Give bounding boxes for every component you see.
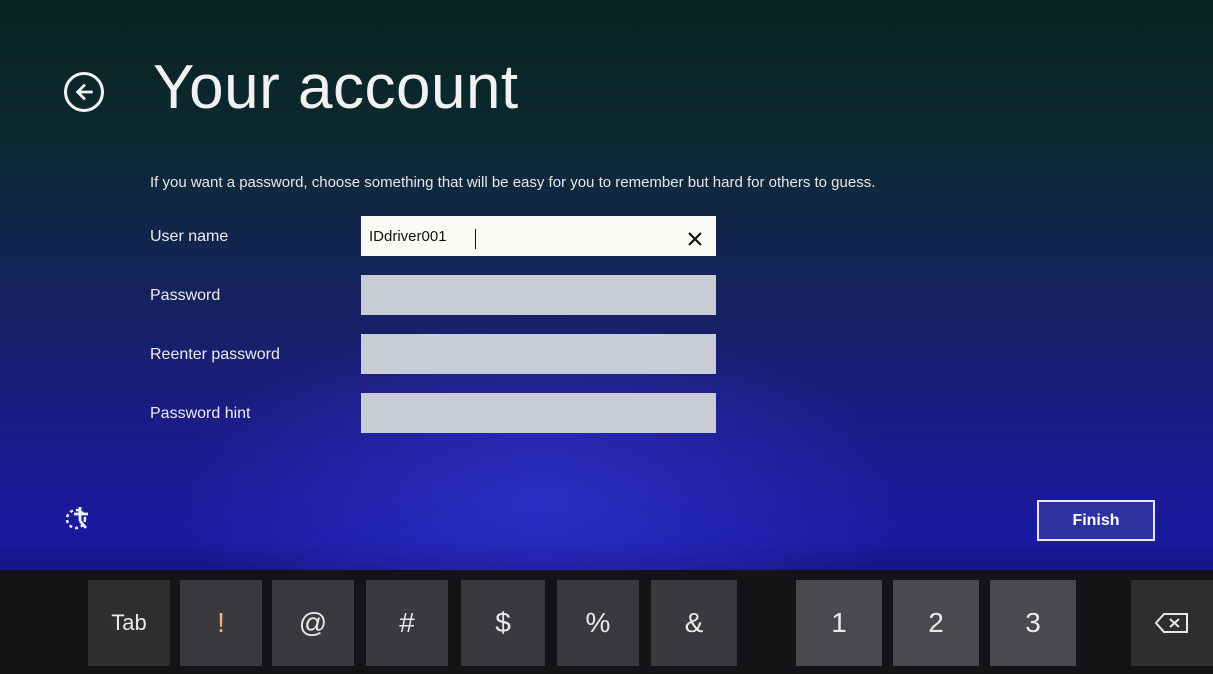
key-exclamation[interactable]: ! <box>180 580 262 666</box>
finish-button[interactable]: Finish <box>1037 500 1155 541</box>
key-tab[interactable]: Tab <box>88 580 170 666</box>
reenter-password-label: Reenter password <box>150 346 280 363</box>
reenter-password-field[interactable] <box>361 334 716 374</box>
key-backspace[interactable] <box>1131 580 1213 666</box>
clear-button[interactable] <box>680 224 710 254</box>
key-dollar[interactable]: $ <box>461 580 545 666</box>
password-hint-field[interactable] <box>361 393 716 433</box>
instruction-text: If you want a password, choose something… <box>150 174 876 191</box>
key-ampersand[interactable]: & <box>651 580 737 666</box>
backspace-icon <box>1154 613 1188 633</box>
key-percent[interactable]: % <box>557 580 639 666</box>
back-button[interactable] <box>64 72 104 112</box>
text-caret <box>475 229 476 249</box>
close-icon <box>688 232 702 246</box>
key-hash[interactable]: # <box>366 580 448 666</box>
back-arrow-icon <box>75 83 93 101</box>
key-2[interactable]: 2 <box>893 580 979 666</box>
key-at[interactable]: @ <box>272 580 354 666</box>
on-screen-keyboard: Tab ! @ # $ % & 1 2 3 <box>0 570 1213 674</box>
username-label: User name <box>150 228 229 245</box>
password-label: Password <box>150 287 221 304</box>
page-title: Your account <box>153 53 519 122</box>
password-hint-label: Password hint <box>150 405 251 422</box>
key-1[interactable]: 1 <box>796 580 882 666</box>
ease-of-access-icon[interactable] <box>64 501 96 533</box>
username-field[interactable] <box>361 216 716 256</box>
password-field[interactable] <box>361 275 716 315</box>
setup-screen: Your account If you want a password, cho… <box>0 0 1213 674</box>
key-3[interactable]: 3 <box>990 580 1076 666</box>
